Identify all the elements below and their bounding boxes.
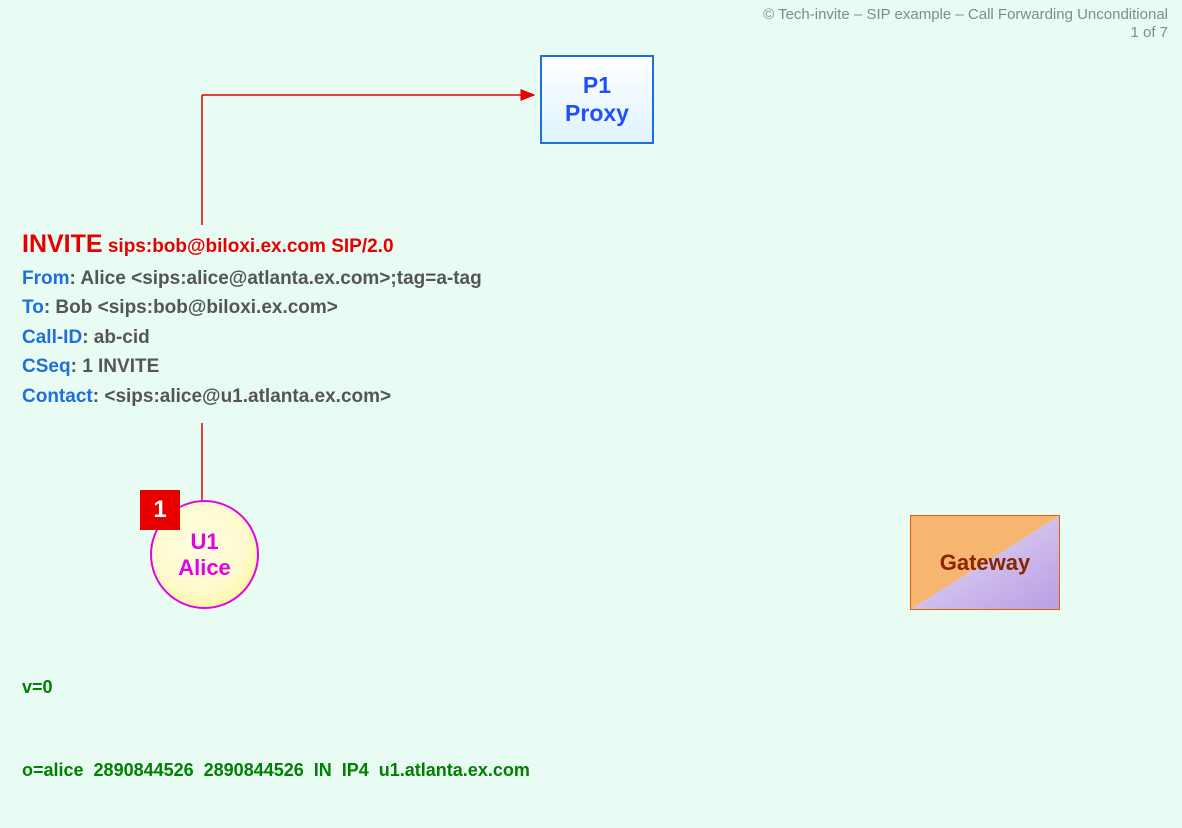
copyright-text: © Tech-invite – SIP example – Call Forwa… <box>763 6 1168 25</box>
proxy-line2: Proxy <box>542 100 652 128</box>
sip-header-from: From: Alice <sips:alice@atlanta.ex.com>;… <box>22 264 482 293</box>
sip-request-uri: sips:bob@biloxi.ex.com SIP/2.0 <box>108 236 394 257</box>
alice-line2: Alice <box>152 555 257 580</box>
sip-message: INVITE sips:bob@biloxi.ex.com SIP/2.0 Fr… <box>22 225 482 411</box>
alice-line1: U1 <box>152 529 257 554</box>
proxy-node: P1 Proxy <box>540 55 654 144</box>
sip-header-contact: Contact: <sips:alice@u1.atlanta.ex.com> <box>22 382 482 411</box>
sip-header-to: To: Bob <sips:bob@biloxi.ex.com> <box>22 293 482 322</box>
sdp-body: v=0 o=alice 2890844526 2890844526 IN IP4… <box>22 618 530 828</box>
sdp-line: o=alice 2890844526 2890844526 IN IP4 u1.… <box>22 757 530 785</box>
sdp-line: v=0 <box>22 674 530 702</box>
gateway-label: Gateway <box>940 550 1031 576</box>
proxy-line1: P1 <box>542 72 652 100</box>
sip-header-callid: Call-ID: ab-cid <box>22 323 482 352</box>
step-badge: 1 <box>140 490 180 530</box>
sip-request-line: INVITE sips:bob@biloxi.ex.com SIP/2.0 <box>22 225 482 264</box>
gateway-node: Gateway <box>910 515 1060 610</box>
sip-method: INVITE <box>22 230 103 258</box>
sip-header-cseq: CSeq: 1 INVITE <box>22 352 482 381</box>
page-indicator: 1 of 7 <box>1130 24 1168 41</box>
